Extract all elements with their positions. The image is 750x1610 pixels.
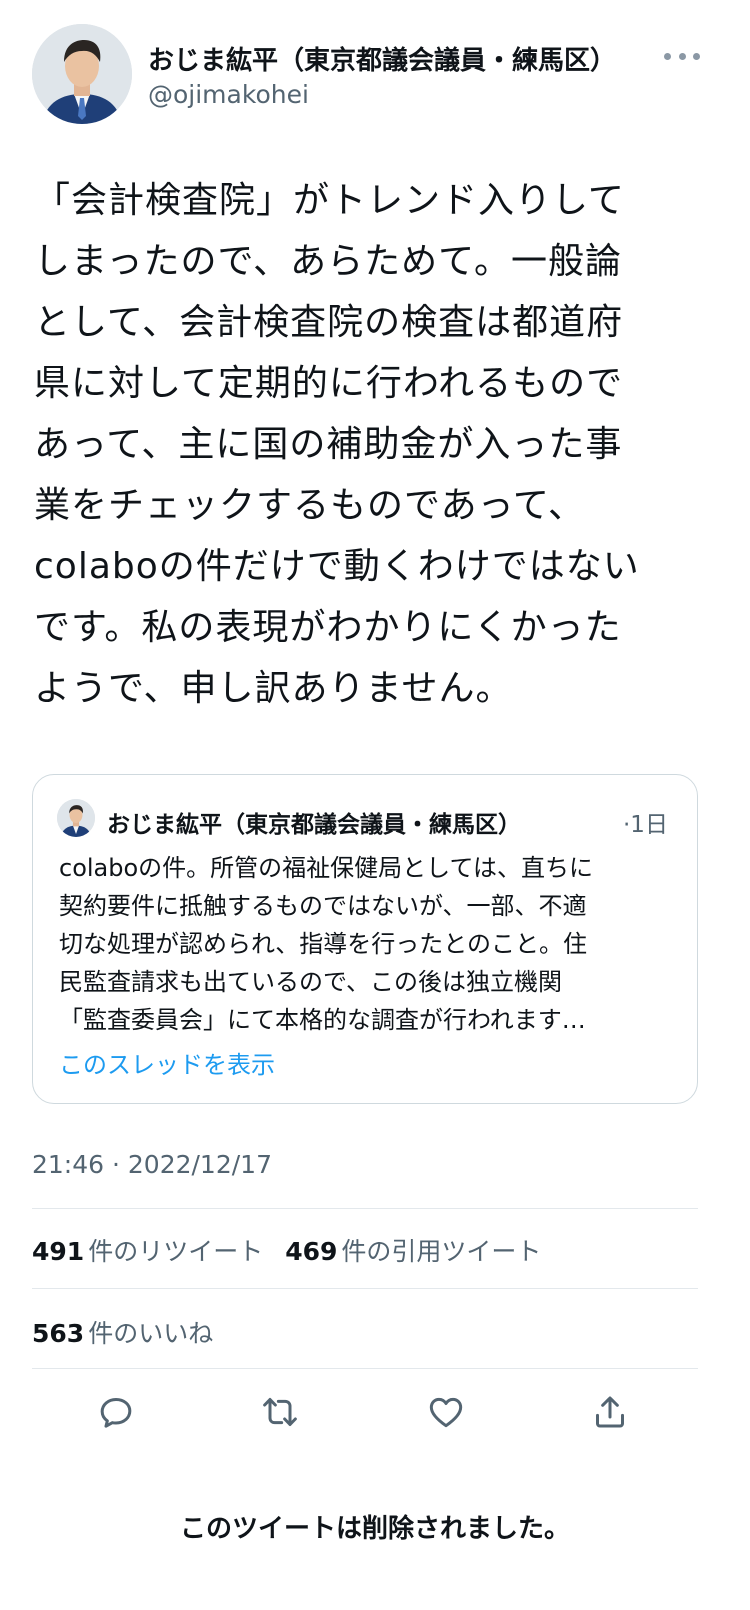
avatar-photo xyxy=(32,24,132,124)
tweet-text-line: 「会計検査院」がトレンド入りして xyxy=(34,180,625,221)
quoted-text-line: 切な処理が認められ、指導を行ったとのこと。住 xyxy=(59,930,587,958)
quoted-avatar xyxy=(57,799,95,837)
quoted-text-line: 契約要件に抵触するものではないが、一部、不適 xyxy=(59,892,587,920)
quoted-timestamp: ·1日 xyxy=(623,812,668,838)
more-options-icon[interactable] xyxy=(664,44,700,68)
share-icon xyxy=(596,1396,624,1428)
deleted-notice: このツイートは削除されました。 xyxy=(179,1514,570,1544)
reply-icon xyxy=(100,1398,132,1428)
show-thread-link[interactable]: このスレッドを表示 xyxy=(59,1045,275,1080)
tweet-text-line: 県に対して定期的に行われるもので xyxy=(34,363,624,404)
action-bar xyxy=(0,1384,750,1440)
divider xyxy=(32,1288,698,1289)
like-button[interactable] xyxy=(416,1384,476,1440)
quoted-text-line: 「監査委員会」にて本格的な調査が行われます… xyxy=(59,1006,586,1034)
author-name[interactable]: おじま紘平（東京都議会議員・練馬区） xyxy=(148,40,616,77)
likes-stat[interactable]: 563 件のいいね xyxy=(32,1319,213,1348)
author-handle[interactable]: @ojimakohei xyxy=(148,80,309,109)
tweet-timestamp[interactable]: 21:46 · 2022/12/17 xyxy=(32,1150,272,1179)
tweet-text: 「会計検査院」がトレンド入りして しまったので、あらためて。一般論 として、会計… xyxy=(34,170,694,719)
quotes-stat[interactable]: 469 件の引用ツイート xyxy=(285,1237,541,1266)
tweet-text-line: あって、主に国の補助金が入った事 xyxy=(34,424,623,465)
likes-stats: 563 件のいいね xyxy=(32,1314,213,1350)
tweet-text-line: しまったので、あらためて。一般論 xyxy=(34,241,623,282)
retweets-label: 件のリツイート xyxy=(88,1237,264,1266)
quoted-avatar-photo xyxy=(57,799,95,837)
quoted-author-name: おじま紘平（東京都議会議員・練馬区） xyxy=(107,812,521,838)
retweet-quote-stats: 491 件のリツイート 469 件の引用ツイート xyxy=(32,1232,541,1268)
quotes-label: 件の引用ツイート xyxy=(341,1237,542,1266)
quoted-tweet-card[interactable]: おじま紘平（東京都議会議員・練馬区） ·1日 colaboの件。所管の福祉保健局… xyxy=(32,774,698,1104)
likes-label: 件のいいね xyxy=(88,1319,214,1348)
reply-button[interactable] xyxy=(86,1384,146,1440)
retweet-button[interactable] xyxy=(250,1384,310,1440)
quoted-text-line: 民監査請求も出ているので、この後は独立機関 xyxy=(59,968,563,996)
divider xyxy=(32,1208,698,1209)
quotes-count: 469 xyxy=(285,1237,338,1266)
avatar[interactable] xyxy=(32,24,132,124)
likes-count: 563 xyxy=(32,1319,85,1348)
tweet-text-line: です。私の表現がわかりにくかった xyxy=(34,607,622,648)
tweet-text-line: ようで、申し訳ありません。 xyxy=(34,668,513,709)
divider xyxy=(32,1368,698,1369)
share-button[interactable] xyxy=(580,1384,640,1440)
retweets-count: 491 xyxy=(32,1237,85,1266)
tweet-text-line: として、会計検査院の検査は都道府 xyxy=(34,302,624,343)
quoted-text: colaboの件。所管の福祉保健局としては、直ちに 契約要件に抵触するものではな… xyxy=(59,849,679,1039)
retweet-icon xyxy=(263,1398,297,1426)
quoted-text-line: colaboの件。所管の福祉保健局としては、直ちに xyxy=(59,854,593,882)
heart-icon xyxy=(429,1397,463,1428)
tweet-text-line: 業をチェックするものであって、 xyxy=(34,485,586,526)
tweet-text-line: colaboの件だけで動くわけではない xyxy=(34,546,640,587)
retweets-stat[interactable]: 491 件のリツイート xyxy=(32,1237,263,1266)
tweet-header: おじま紘平（東京都議会議員・練馬区） @ojimakohei xyxy=(0,0,750,140)
